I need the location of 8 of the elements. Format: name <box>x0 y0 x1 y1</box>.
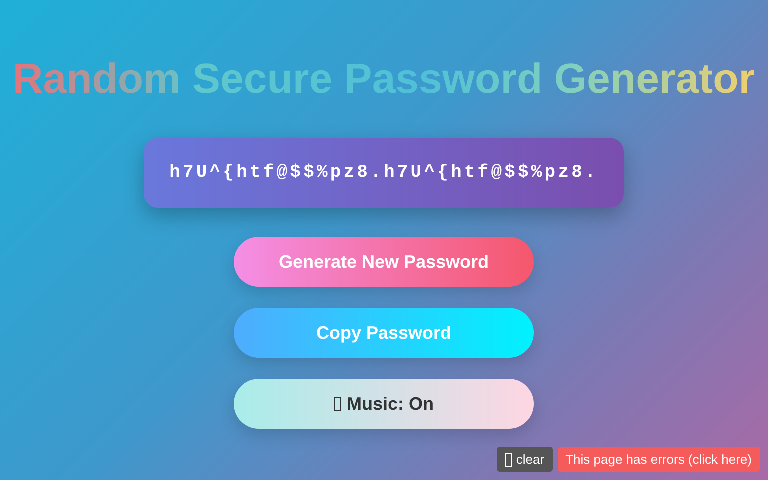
glyph-icon <box>334 397 341 411</box>
clear-button[interactable]: clear <box>497 447 553 472</box>
password-display: h7U^{htf@$$%pz8.h7U^{htf@$$%pz8. <box>144 138 624 208</box>
error-message-button[interactable]: This page has errors (click here) <box>558 447 760 472</box>
generate-button[interactable]: Generate New Password <box>234 237 534 287</box>
music-toggle-button[interactable]: Music: On <box>234 379 534 429</box>
glyph-icon <box>505 452 512 466</box>
copy-button[interactable]: Copy Password <box>234 308 534 358</box>
